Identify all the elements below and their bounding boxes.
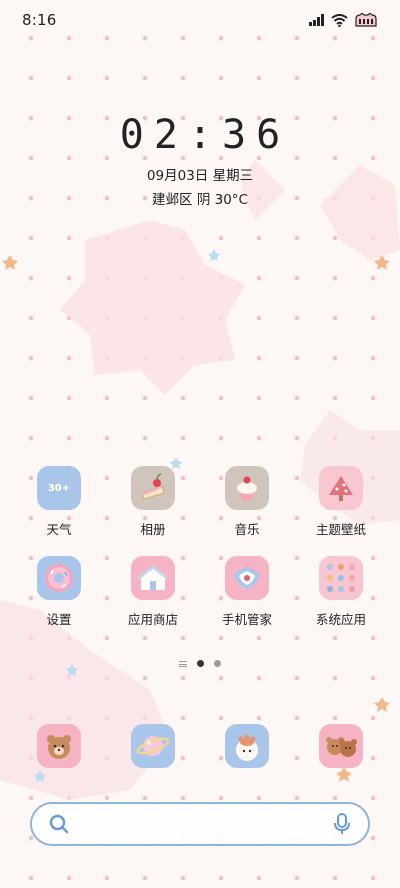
dock-messages[interactable] [294, 724, 388, 768]
clock-date: 09月03日 星期三 [146, 168, 254, 184]
app-store[interactable]: 应用商店 [106, 556, 200, 628]
app-label: 设置 [46, 612, 72, 627]
clock-weather: 建邺区 阴 30°C [152, 192, 248, 208]
app-label: 系统应用 [315, 612, 366, 627]
app-label: 应用商店 [127, 612, 178, 627]
planet-icon [131, 724, 175, 768]
folder-icon [319, 556, 363, 600]
app-label: 相册 [140, 522, 166, 537]
tree-icon [319, 466, 363, 510]
page-list-icon[interactable] [179, 660, 187, 667]
app-grid: 30+ 天气 相册 音乐 主题壁纸 设置 应用商店 手机管家 系统应用 [12, 466, 388, 628]
clock-time: 02:36 [119, 112, 291, 158]
weather-icon: 30+ [37, 466, 81, 510]
app-themes[interactable]: 主题壁纸 [294, 466, 388, 538]
clock-widget[interactable]: 02:36 09月03日 星期三 建邺区 阴 30°C [0, 112, 400, 208]
cake-icon [131, 466, 175, 510]
app-music[interactable]: 音乐 [200, 466, 294, 538]
dock-browser[interactable] [106, 724, 200, 768]
app-label: 手机管家 [221, 612, 272, 627]
donut-icon [37, 556, 81, 600]
app-settings[interactable]: 设置 [12, 556, 106, 628]
search-icon[interactable] [48, 813, 70, 835]
paw-icon [225, 724, 269, 768]
bears-icon [319, 724, 363, 768]
app-label: 天气 [46, 522, 72, 537]
status-icons [309, 13, 378, 27]
status-time: 8:16 [22, 11, 57, 29]
bear-icon [37, 724, 81, 768]
dock [12, 724, 388, 768]
house-icon [131, 556, 175, 600]
cupcake-icon [225, 466, 269, 510]
search-bar[interactable] [30, 802, 370, 846]
page-dot-1[interactable] [197, 660, 204, 667]
app-phone-manager[interactable]: 手机管家 [200, 556, 294, 628]
mic-icon[interactable] [332, 812, 352, 836]
page-dot-2[interactable] [214, 660, 221, 667]
weather-icon-temp: 30+ [47, 482, 71, 494]
dock-phone[interactable] [12, 724, 106, 768]
signal-icon [309, 14, 324, 26]
dock-camera[interactable] [200, 724, 294, 768]
app-system-folder[interactable]: 系统应用 [294, 556, 388, 628]
wifi-icon [331, 13, 348, 27]
status-bar: 8:16 [0, 0, 400, 40]
page-indicator[interactable] [0, 660, 400, 667]
app-weather[interactable]: 30+ 天气 [12, 466, 106, 538]
app-label: 主题壁纸 [315, 522, 366, 537]
app-label: 音乐 [234, 522, 260, 537]
app-gallery[interactable]: 相册 [106, 466, 200, 538]
battery-icon [355, 13, 377, 27]
shield-icon [225, 556, 269, 600]
